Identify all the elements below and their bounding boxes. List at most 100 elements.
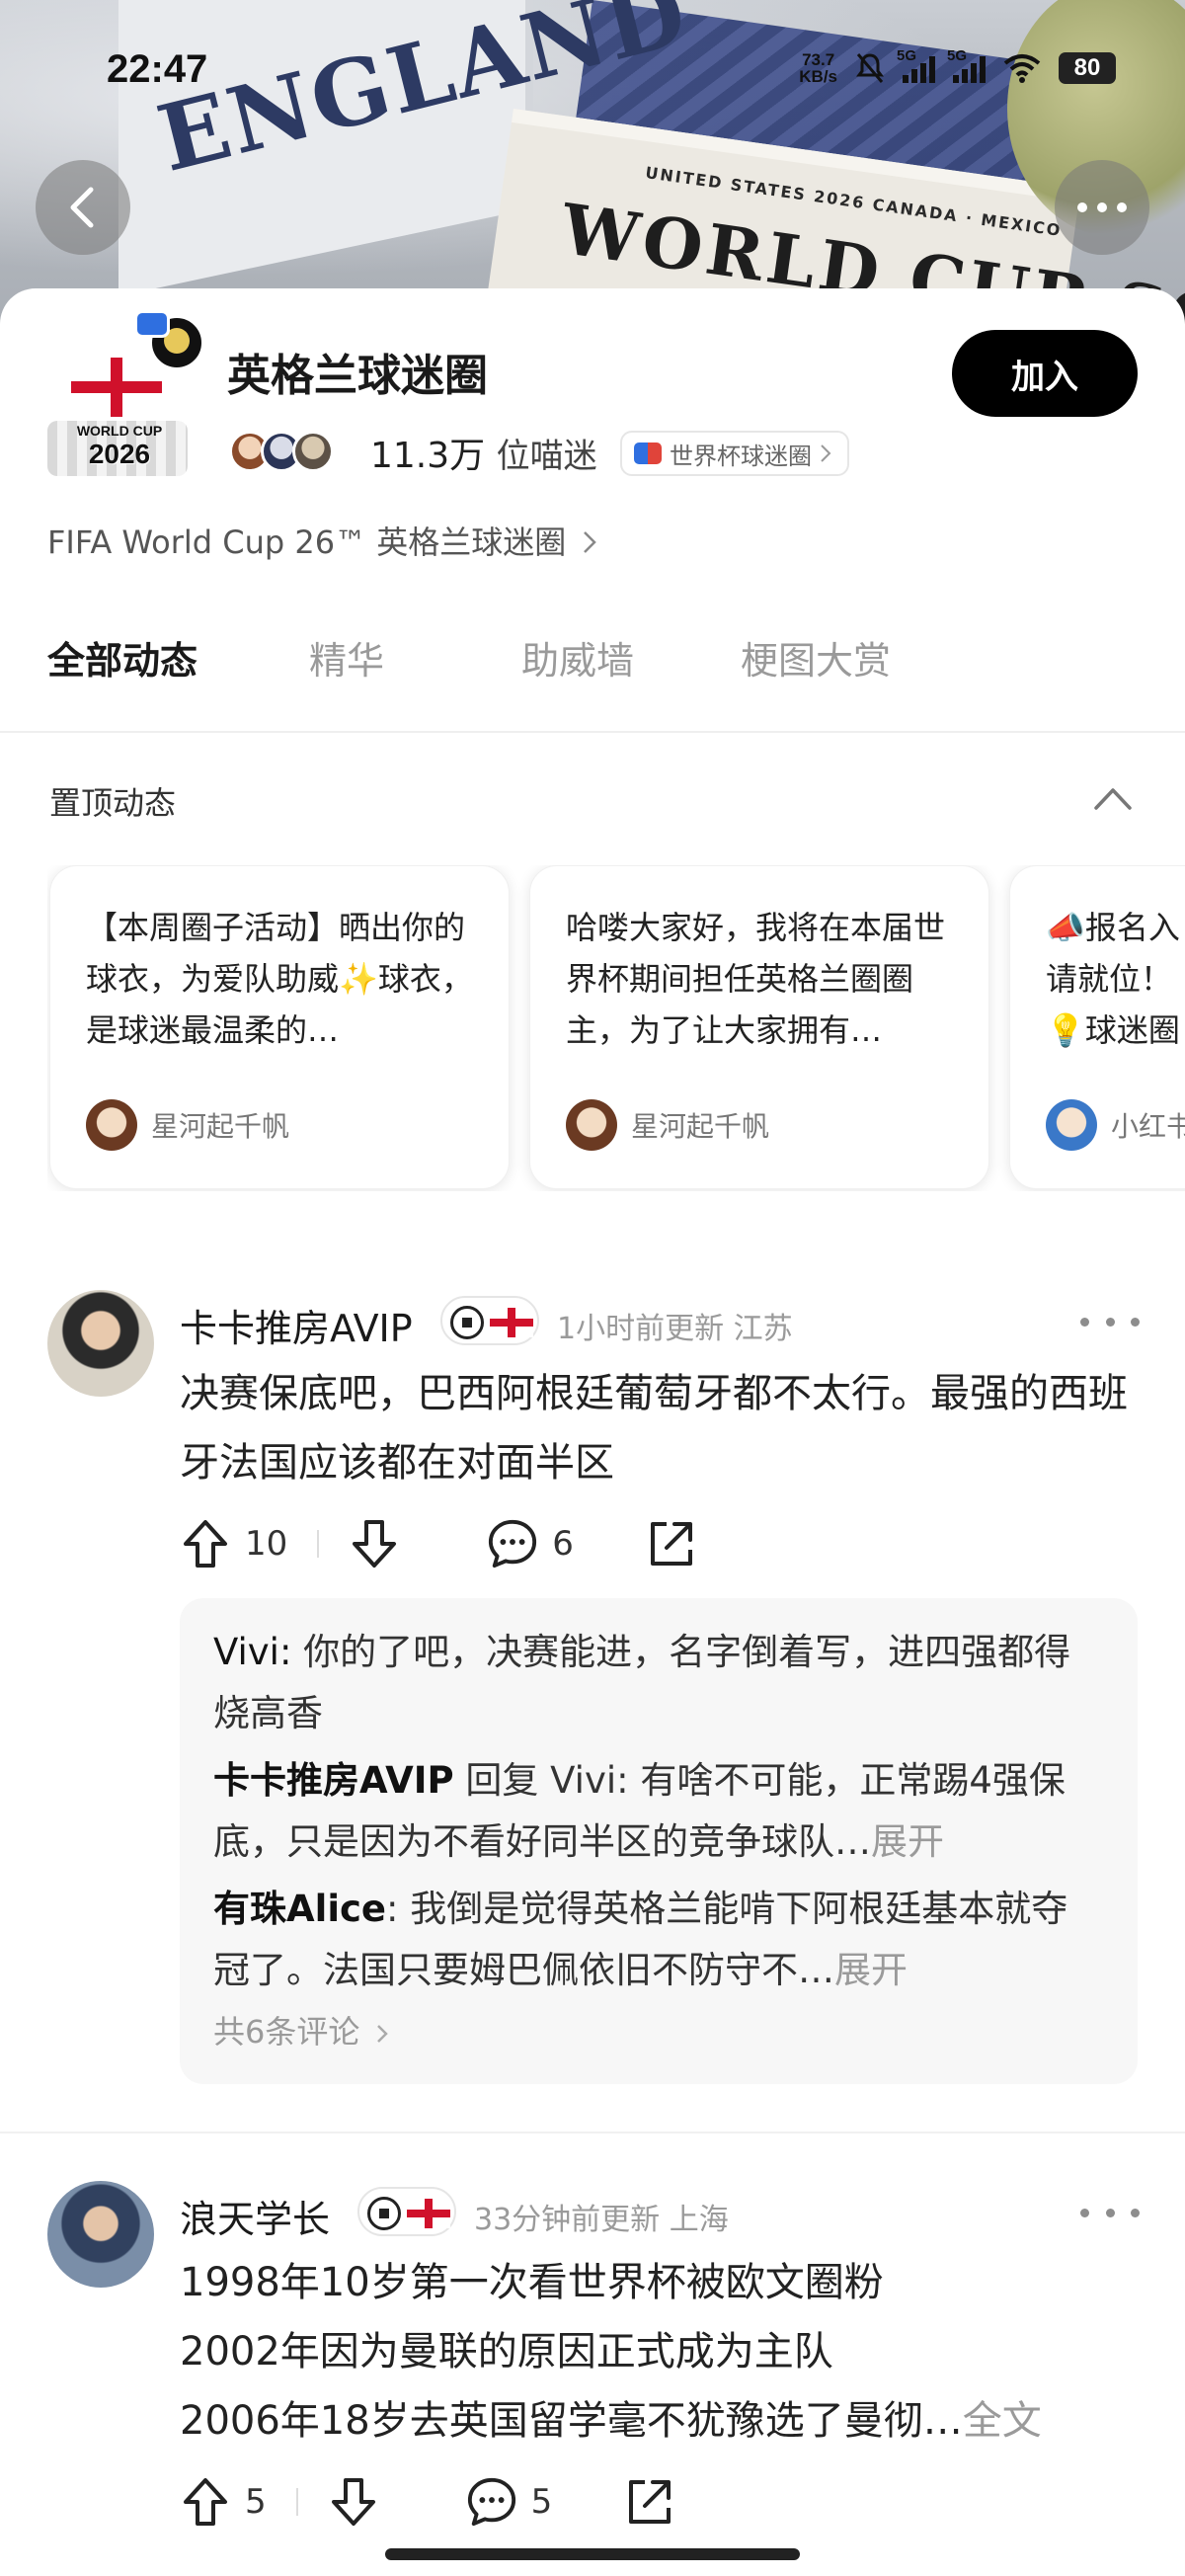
tab-meme-awards[interactable]: 梗图大赏 [741, 630, 938, 684]
pinned-post-text: 【本周圈子活动】晒出你的球衣，为爱队助威✨球衣，是球迷最温柔的… [86, 909, 473, 1049]
post-body[interactable]: 1998年10岁第一次看世界杯被欧文圈粉 2002年因为曼联的原因正式成为主队 … [180, 2248, 1128, 2455]
avatar[interactable] [47, 2181, 154, 2288]
post-meta: 1小时前更新 江苏 [557, 1312, 793, 1346]
post-actions: 5 5 [180, 2467, 674, 2536]
upvote-icon [184, 2478, 227, 2526]
status-icons: 73.7 KB/s 5G 5G 80 [799, 47, 1116, 86]
expand-link[interactable]: 展开 [871, 1820, 944, 1863]
circle-name: 英格兰球迷圈 [227, 351, 488, 401]
pinned-post-text: 哈喽大家好，我将在本届世界杯期间担任英格兰圈圈主，为了让大家拥有… [566, 909, 946, 1049]
comment-icon [489, 1519, 537, 1569]
pinned-post-author: 星河起千帆 [86, 1099, 289, 1151]
parent-circle-label: 世界杯球迷圈 [670, 442, 812, 470]
comment-item[interactable]: 有珠Alice: 我倒是觉得英格兰能啃下阿根廷基本就夺冠了。法国只要姆巴佩依旧不… [213, 1879, 1104, 2001]
post-more-button[interactable] [1080, 2203, 1140, 2222]
logo-year-text: 2026 [88, 439, 151, 469]
signal-icon-1: 5G [897, 47, 935, 83]
battery-indicator: 80 [1059, 52, 1116, 84]
post-more-button[interactable] [1080, 1312, 1140, 1331]
member-avatars[interactable] [229, 431, 334, 472]
back-icon [70, 187, 94, 228]
avatar [566, 1099, 617, 1151]
more-icon [1077, 202, 1127, 212]
member-count: 11.3万 位喵迷 [370, 436, 597, 476]
signal-icon-2: 5G [947, 47, 986, 83]
all-comments-link[interactable]: 共6条评论 [213, 2007, 1104, 2053]
pinned-post-card[interactable]: 📣报名入请就位！💡球迷圈 小红书 [1009, 865, 1185, 1189]
tab-all-posts[interactable]: 全部动态 [47, 630, 309, 684]
downvote-button[interactable] [328, 2476, 379, 2528]
comment-item[interactable]: Vivi: 你的了吧，决赛能进，名字倒着写，进四强都得烧高香 [213, 1622, 1104, 1744]
comment-count: 6 [552, 1524, 574, 1564]
comment-icon [467, 2477, 515, 2527]
parent-circle-tag[interactable]: 世界杯球迷圈 [620, 431, 849, 476]
england-flag-icon [407, 2199, 450, 2228]
post-actions: 10 6 [180, 1509, 696, 1578]
fan-badge [357, 2187, 456, 2236]
upvote-count: 10 [245, 1524, 288, 1564]
join-button[interactable]: 加入 [952, 330, 1138, 417]
avatar [86, 1099, 137, 1151]
post-meta: 33分钟前更新 上海 [474, 2203, 729, 2237]
post-author-name[interactable]: 卡卡推房AVIP [180, 1298, 413, 1352]
comment-item[interactable]: 卡卡推房AVIP 回复 Vivi: 有啥不可能，正常踢4强保底，只是因为不看好同… [213, 1750, 1104, 1873]
full-text-link[interactable]: 全文 [963, 2398, 1042, 2444]
pinned-post-card[interactable]: 【本周圈子活动】晒出你的球衣，为爱队助威✨球衣，是球迷最温柔的… 星河起千帆 [49, 865, 510, 1189]
share-button[interactable] [623, 2476, 674, 2528]
downvote-icon [331, 2478, 375, 2526]
share-button[interactable] [645, 1518, 696, 1570]
pinned-posts-carousel[interactable]: 【本周圈子活动】晒出你的球衣，为爱队助威✨球衣，是球迷最温柔的… 星河起千帆 哈… [47, 865, 1185, 1191]
comments-preview[interactable]: Vivi: 你的了吧，决赛能进，名字倒着写，进四强都得烧高香 卡卡推房AVIP … [180, 1598, 1138, 2084]
network-speed: 73.7 KB/s [799, 50, 837, 86]
wifi-icon [1003, 54, 1041, 83]
pinned-post-text: 📣报名入请就位！💡球迷圈 [1046, 909, 1180, 1049]
comment-user[interactable]: 卡卡推房AVIP [213, 1759, 454, 1802]
post-author-name[interactable]: 浪天学长 [180, 2189, 330, 2243]
official-circle-link[interactable]: FIFA World Cup 26™ 英格兰球迷圈 [47, 518, 597, 563]
expand-link[interactable]: 展开 [834, 1949, 908, 1991]
upvote-count: 5 [245, 2482, 267, 2522]
pinned-post-author: 星河起千帆 [566, 1099, 769, 1151]
home-indicator[interactable] [385, 2548, 800, 2560]
tab-featured[interactable]: 精华 [309, 630, 521, 684]
more-options-button[interactable] [1055, 160, 1149, 255]
fan-badge [440, 1296, 539, 1345]
divider [0, 731, 1185, 733]
england-flag-icon [490, 1308, 533, 1337]
chevron-right-icon [821, 444, 831, 462]
tab-cheer-wall[interactable]: 助威墙 [521, 630, 741, 684]
comment-user[interactable]: 有珠Alice [213, 1888, 386, 1930]
comment-button[interactable] [487, 1518, 538, 1570]
avatar [292, 431, 334, 472]
collapse-chevron-icon[interactable] [1092, 780, 1134, 816]
share-icon [629, 2480, 672, 2524]
circle-logo: WORLD CUP 2026 [45, 310, 205, 480]
divider [0, 2132, 1185, 2133]
mute-icon [856, 53, 884, 83]
world-cup-chat-icon [634, 443, 662, 464]
pinned-post-card[interactable]: 哈喽大家好，我将在本届世界杯期间担任英格兰圈圈主，为了让大家拥有… 星河起千帆 [529, 865, 989, 1189]
avatar[interactable] [47, 1290, 154, 1397]
comment-button[interactable] [466, 2476, 517, 2528]
pinned-section-title: 置顶动态 [49, 784, 177, 822]
downvote-icon [353, 1520, 397, 1568]
comment-text: 你的了吧，决赛能进，名字倒着写，进四强都得烧高香 [213, 1631, 1071, 1734]
pinned-post-author: 小红书 [1046, 1099, 1185, 1151]
share-icon [650, 1522, 692, 1566]
upvote-icon [184, 1520, 227, 1568]
comment-count: 5 [530, 2482, 553, 2522]
upvote-button[interactable] [180, 1518, 231, 1570]
status-time: 22:47 [107, 47, 208, 91]
downvote-button[interactable] [349, 1518, 400, 1570]
post-body[interactable]: 决赛保底吧，巴西阿根廷葡萄牙都不太行。最强的西班牙法国应该都在对面半区 [180, 1359, 1128, 1497]
avatar [1046, 1099, 1097, 1151]
chevron-right-icon [584, 531, 597, 553]
tab-bar: 全部动态 精华 助威墙 梗图大赏 [47, 630, 938, 684]
comment-user[interactable]: Vivi: [213, 1631, 291, 1673]
upvote-button[interactable] [180, 2476, 231, 2528]
back-button[interactable] [36, 160, 130, 255]
england-flag-icon [71, 358, 162, 417]
logo-wc-text: WORLD CUP [76, 423, 163, 439]
football-icon [367, 2197, 401, 2230]
chat-bubble-icon [134, 310, 170, 338]
